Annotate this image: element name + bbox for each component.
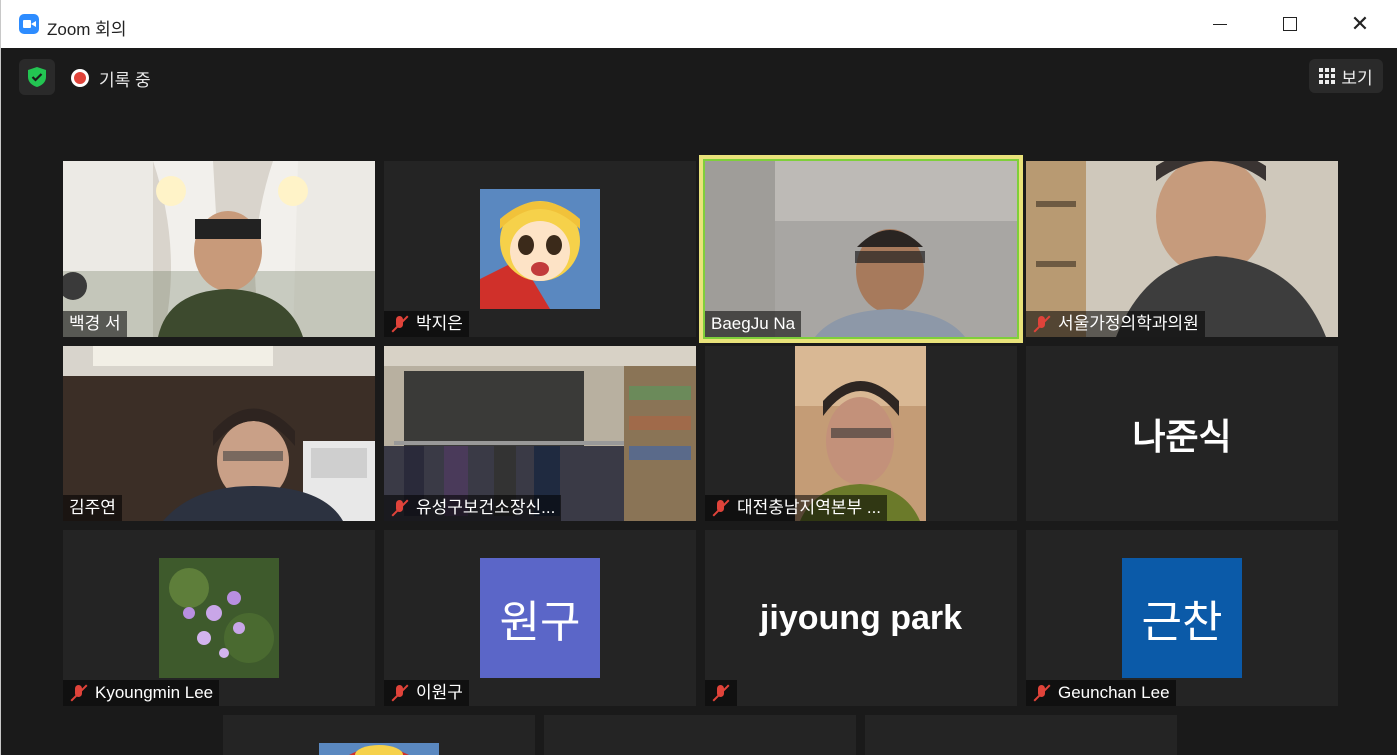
mic-muted-icon	[711, 498, 731, 518]
mic-muted-icon	[711, 683, 731, 703]
participant-tile[interactable]: 근찬 Geunchan Lee	[1026, 530, 1338, 706]
participant-tile[interactable]: 박지은	[384, 161, 696, 337]
mic-muted-icon	[390, 498, 410, 518]
participant-name: 서울가정의학과의원	[1058, 314, 1199, 333]
participant-name-bar: Kyoungmin Lee	[63, 680, 220, 706]
security-shield-button[interactable]	[19, 59, 55, 95]
view-button[interactable]: 보기	[1309, 59, 1383, 93]
participant-name: Geunchan Lee	[1058, 683, 1170, 702]
profile-picture	[159, 558, 279, 678]
participant-tile[interactable]: 대전충남지역본부 ...	[705, 346, 1017, 521]
participant-name-bar: 서울가정의학과의원	[1026, 311, 1205, 337]
title-bar: Zoom 회의 ✕	[1, 0, 1397, 48]
participant-name-display: jiyoung park	[759, 598, 963, 637]
maximize-button[interactable]	[1255, 0, 1325, 48]
minimize-button[interactable]	[1185, 0, 1255, 48]
participant-name: 백경 서	[69, 314, 121, 333]
participant-name: Kyoungmin Lee	[95, 683, 214, 702]
participant-name-bar: Geunchan Lee	[1026, 680, 1176, 706]
view-label: 보기	[1341, 68, 1373, 88]
close-icon: ✕	[1350, 11, 1370, 36]
maximize-icon	[1283, 17, 1297, 31]
participant-tile[interactable]: 원구 이원구	[384, 530, 696, 706]
active-speaker-tile[interactable]: BaegJu Na	[699, 155, 1023, 343]
participant-tile[interactable]	[223, 715, 535, 755]
profile-picture	[319, 743, 439, 755]
participant-tile[interactable]: 김주연	[63, 346, 375, 521]
avatar: 원구	[480, 558, 600, 678]
participant-name-bar: 백경 서	[63, 311, 127, 337]
close-button[interactable]: ✕	[1325, 0, 1395, 48]
participant-name-bar	[705, 680, 737, 706]
zoom-window: Zoom 회의 ✕ 기록 중 보기 백경 서 박지은 BaegJu Na 서울가…	[0, 0, 1397, 755]
participant-name-display: 나준식	[1132, 415, 1232, 457]
participant-name: 대전충남지역본부 ...	[737, 498, 882, 517]
gallery-grid-icon	[1319, 68, 1336, 84]
participant-tile[interactable]: jiyoung park	[705, 530, 1017, 706]
participant-tile[interactable]: 유성구보건소장신...	[384, 346, 696, 521]
zoom-app-icon	[19, 14, 39, 34]
participant-name: 김주연	[69, 498, 116, 517]
mic-muted-icon	[69, 683, 89, 703]
participant-tile[interactable]: 서울가정의학과의원	[1026, 161, 1338, 337]
participant-name-bar: 이원구	[384, 680, 469, 706]
window-title: Zoom 회의	[47, 20, 127, 39]
participant-name-bar: 유성구보건소장신...	[384, 495, 562, 521]
participant-name: 박지은	[416, 314, 463, 333]
participant-tile[interactable]: 나준식	[1026, 346, 1338, 521]
participant-tile[interactable]	[865, 715, 1177, 755]
participant-name-bar: BaegJu Na	[705, 311, 802, 337]
recording-label: 기록 중	[99, 70, 151, 90]
mic-muted-icon	[390, 314, 410, 334]
profile-picture	[480, 189, 600, 309]
participant-name-bar: 김주연	[63, 495, 122, 521]
participant-tile[interactable]	[544, 715, 856, 755]
meeting-top-bar: 기록 중 보기	[1, 48, 1397, 108]
participant-tile[interactable]: 백경 서	[63, 161, 375, 337]
shield-icon	[28, 67, 46, 87]
mic-muted-icon	[390, 683, 410, 703]
avatar: 근찬	[1122, 558, 1242, 678]
participant-name-bar: 박지은	[384, 311, 469, 337]
record-icon	[71, 69, 89, 87]
minimize-icon	[1213, 23, 1227, 25]
participant-name: 이원구	[416, 683, 463, 702]
participant-name: 유성구보건소장신...	[416, 498, 556, 517]
participant-tile[interactable]: Kyoungmin Lee	[63, 530, 375, 706]
mic-muted-icon	[1032, 314, 1052, 334]
mic-muted-icon	[1032, 683, 1052, 703]
recording-indicator[interactable]: 기록 중	[71, 64, 151, 92]
participant-name: BaegJu Na	[711, 314, 796, 333]
participant-name-bar: 대전충남지역본부 ...	[705, 495, 888, 521]
